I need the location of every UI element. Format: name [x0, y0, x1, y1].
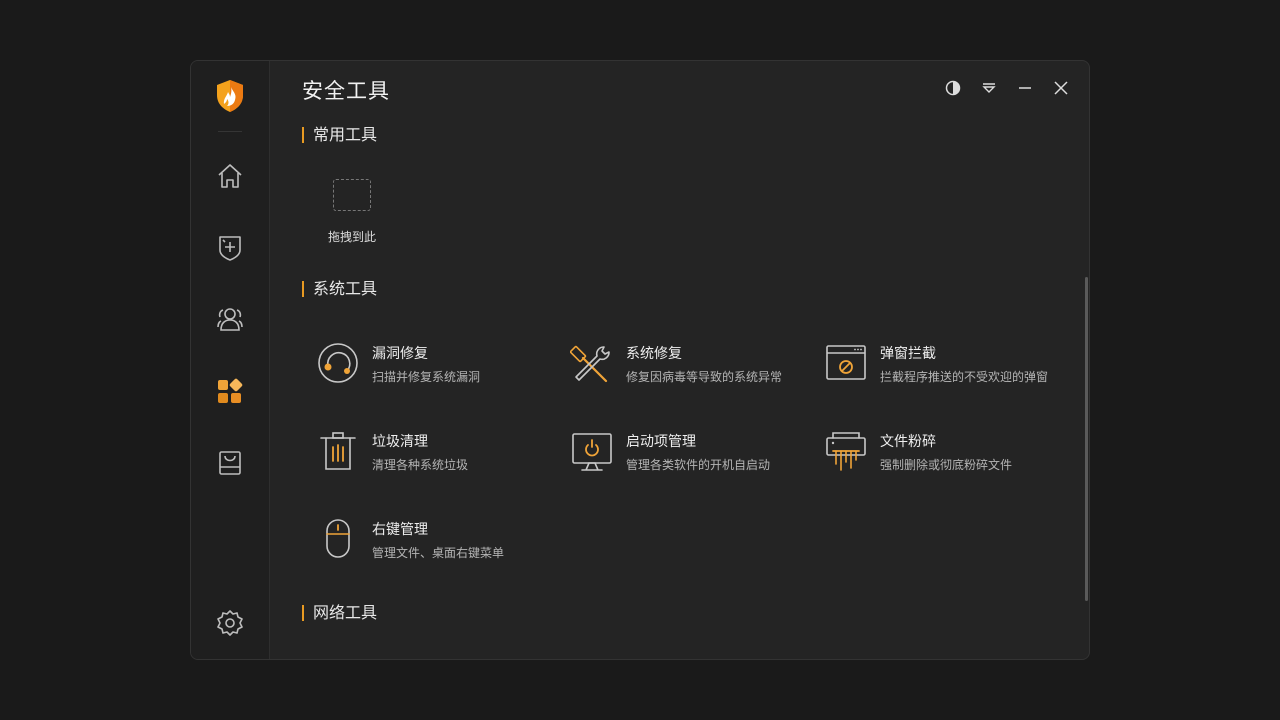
vulnerability-icon	[316, 341, 360, 385]
tool-vulnerability-repair[interactable]: 漏洞修复 扫描并修复系统漏洞	[316, 341, 566, 401]
tool-desc: 清理各种系统垃圾	[372, 458, 469, 472]
close-button[interactable]	[1051, 78, 1071, 98]
page-title: 安全工具	[302, 79, 390, 103]
tool-name: 垃圾清理	[372, 434, 428, 450]
sidebar-item-protection[interactable]	[210, 227, 250, 267]
shield-logo-icon	[215, 79, 245, 113]
drop-zone[interactable]: 拖拽到此	[322, 169, 382, 249]
tool-name: 系统修复	[626, 346, 682, 362]
theme-icon	[945, 80, 961, 96]
tool-name: 文件粉碎	[880, 434, 936, 450]
section-title-system: 系统工具	[302, 280, 377, 298]
home-icon	[218, 164, 242, 188]
tool-name: 漏洞修复	[372, 346, 428, 362]
sidebar-divider	[218, 131, 242, 132]
shredder-icon	[824, 429, 868, 473]
tool-system-repair[interactable]: 系统修复 修复因病毒等导致的系统异常	[569, 341, 820, 401]
app-window: 安全工具 常用工具 拖拽到此 系统工具 漏洞修复 扫描并修复系统漏洞 系统修复 …	[190, 60, 1090, 660]
mouse-icon	[316, 517, 360, 561]
tool-desc: 修复因病毒等导致的系统异常	[626, 370, 783, 384]
minimize-button[interactable]	[1015, 78, 1035, 98]
apps-icon	[218, 378, 243, 403]
tool-file-shredder[interactable]: 文件粉碎 强制删除或彻底粉碎文件	[824, 429, 1074, 489]
sidebar-item-home[interactable]	[210, 156, 250, 196]
users-icon	[217, 308, 243, 331]
tool-name: 启动项管理	[626, 434, 696, 450]
close-icon	[1054, 81, 1068, 95]
sidebar	[191, 61, 270, 659]
menu-icon	[982, 83, 996, 93]
repair-tools-icon	[569, 341, 614, 385]
scrollbar[interactable]	[1085, 277, 1088, 601]
gear-icon	[217, 610, 243, 636]
tool-desc: 管理各类软件的开机自启动	[626, 458, 771, 472]
tool-name: 弹窗拦截	[880, 346, 936, 362]
window-controls	[943, 78, 1071, 98]
tool-desc: 管理文件、桌面右键菜单	[372, 546, 505, 560]
tool-popup-block[interactable]: 弹窗拦截 拦截程序推送的不受欢迎的弹窗	[824, 341, 1074, 401]
startup-icon	[570, 429, 614, 473]
trash-icon	[316, 429, 360, 473]
tool-desc: 扫描并修复系统漏洞	[372, 370, 481, 384]
drop-label: 拖拽到此	[327, 230, 376, 244]
sidebar-item-settings[interactable]	[210, 603, 250, 643]
tool-junk-clean[interactable]: 垃圾清理 清理各种系统垃圾	[316, 429, 566, 489]
sidebar-item-users[interactable]	[210, 299, 250, 339]
tool-startup-manager[interactable]: 启动项管理 管理各类软件的开机自启动	[570, 429, 820, 489]
main-content: 安全工具 常用工具 拖拽到此 系统工具 漏洞修复 扫描并修复系统漏洞 系统修复 …	[270, 61, 1089, 659]
menu-button[interactable]	[979, 78, 999, 98]
tool-desc: 拦截程序推送的不受欢迎的弹窗	[880, 370, 1049, 384]
section-title-common: 常用工具	[302, 126, 377, 144]
sidebar-item-tray[interactable]	[210, 443, 250, 483]
popup-block-icon	[824, 341, 868, 385]
theme-button[interactable]	[943, 78, 963, 98]
minimize-icon	[1019, 87, 1031, 89]
tool-desc: 强制删除或彻底粉碎文件	[880, 458, 1013, 472]
tool-name: 右键管理	[372, 522, 428, 538]
tray-icon	[219, 451, 241, 475]
section-title-network: 网络工具	[302, 604, 377, 622]
drop-placeholder-icon	[333, 179, 371, 211]
tool-context-menu-manager[interactable]: 右键管理 管理文件、桌面右键菜单	[316, 517, 566, 577]
shield-plus-icon	[219, 236, 241, 261]
sidebar-item-tools[interactable]	[210, 371, 250, 411]
